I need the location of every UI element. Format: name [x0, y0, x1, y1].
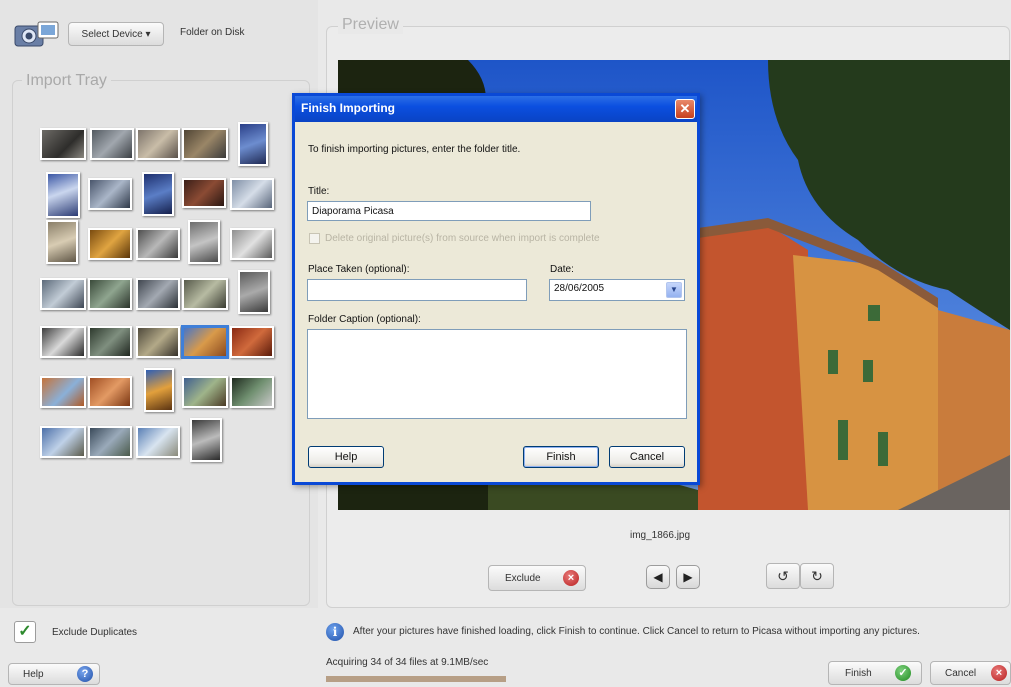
- exclude-duplicates-label: Exclude Duplicates: [52, 627, 138, 638]
- preview-label: Preview: [338, 16, 403, 34]
- date-value: 28/06/2005: [554, 283, 605, 294]
- thumbnail[interactable]: [136, 278, 180, 310]
- help-icon: ?: [77, 666, 93, 682]
- thumbnail[interactable]: [40, 128, 86, 160]
- arrow-left-icon: ◀: [653, 570, 663, 584]
- dialog-instructions: To finish importing pictures, enter the …: [308, 144, 521, 155]
- thumbnail[interactable]: [136, 228, 180, 260]
- thumbnail[interactable]: [88, 178, 132, 210]
- thumbnail[interactable]: [188, 220, 220, 264]
- thumbnail[interactable]: [40, 426, 86, 458]
- thumbnail[interactable]: [88, 228, 132, 260]
- delete-originals-checkbox[interactable]: [309, 233, 320, 244]
- thumbnail[interactable]: [182, 128, 228, 160]
- preview-file-name: img_1866.jpg: [630, 530, 691, 541]
- exclude-duplicates-checkbox[interactable]: ✓: [14, 621, 36, 643]
- x-circle-icon: ×: [563, 570, 579, 586]
- help-button[interactable]: Help ?: [8, 663, 100, 685]
- dialog-finish-button[interactable]: Finish: [523, 446, 599, 468]
- thumbnail[interactable]: [144, 368, 174, 412]
- thumbnail[interactable]: [238, 122, 268, 166]
- thumbnail-selected[interactable]: [182, 326, 228, 358]
- cancel-label: Cancel: [945, 668, 977, 679]
- acquire-status: Acquiring 34 of 34 files at 9.1MB/sec: [326, 657, 489, 668]
- folder-on-disk-link[interactable]: Folder on Disk: [180, 27, 244, 38]
- thumbnail[interactable]: [136, 426, 180, 458]
- date-label: Date:: [550, 264, 574, 275]
- thumbnail[interactable]: [88, 278, 132, 310]
- check-icon: ✓: [18, 623, 32, 640]
- finish-label: Finish: [845, 668, 872, 679]
- title-label: Title:: [308, 186, 330, 197]
- x-circle-icon: ×: [991, 665, 1007, 681]
- help-label: Help: [23, 669, 44, 680]
- thumbnail[interactable]: [40, 376, 86, 408]
- thumbnail[interactable]: [230, 376, 274, 408]
- thumbnail[interactable]: [88, 326, 132, 358]
- finish-button[interactable]: Finish ✓: [828, 661, 922, 685]
- dialog-help-button[interactable]: Help: [308, 446, 384, 468]
- finish-importing-dialog: Finish Importing ✕ To finish importing p…: [292, 93, 700, 485]
- thumbnail[interactable]: [136, 326, 180, 358]
- camera-icon: [14, 20, 60, 50]
- dialog-cancel-button[interactable]: Cancel: [609, 446, 685, 468]
- rotate-right-icon: ↻: [811, 568, 823, 584]
- thumbnail[interactable]: [182, 178, 226, 208]
- thumbnail[interactable]: [230, 178, 274, 210]
- thumbnail[interactable]: [88, 426, 132, 458]
- thumbnail[interactable]: [136, 128, 180, 160]
- chevron-down-icon[interactable]: ▼: [666, 282, 682, 298]
- thumbnail[interactable]: [230, 228, 274, 260]
- rotate-right-button[interactable]: ↻: [800, 563, 834, 589]
- thumbnail[interactable]: [88, 376, 132, 408]
- rotate-left-button[interactable]: ↺: [766, 563, 800, 589]
- close-icon[interactable]: ✕: [675, 99, 695, 119]
- thumbnail[interactable]: [40, 278, 86, 310]
- cancel-button[interactable]: Cancel ×: [930, 661, 1011, 685]
- arrow-right-icon: ▶: [683, 570, 693, 584]
- thumbnail[interactable]: [230, 326, 274, 358]
- next-button[interactable]: ▶: [676, 565, 700, 589]
- place-taken-input[interactable]: [307, 279, 527, 301]
- title-input[interactable]: [307, 201, 591, 221]
- thumbnail[interactable]: [40, 326, 86, 358]
- thumbnail[interactable]: [142, 172, 174, 216]
- thumbnail[interactable]: [182, 376, 228, 408]
- thumbnail[interactable]: [46, 220, 78, 264]
- thumbnail[interactable]: [182, 278, 228, 310]
- folder-caption-textarea[interactable]: [307, 329, 687, 419]
- thumbnail[interactable]: [238, 270, 270, 314]
- info-message: After your pictures have finished loadin…: [353, 626, 920, 637]
- info-icon: i: [326, 623, 344, 641]
- thumbnail[interactable]: [46, 172, 80, 218]
- thumbnail[interactable]: [90, 128, 134, 160]
- folder-caption-label: Folder Caption (optional):: [308, 314, 421, 325]
- delete-originals-label: Delete original picture(s) from source w…: [325, 233, 600, 244]
- select-device-button[interactable]: Select Device ▾: [68, 22, 164, 46]
- check-icon: ✓: [895, 665, 911, 681]
- rotate-left-icon: ↺: [777, 568, 789, 584]
- dialog-title: Finish Importing: [301, 101, 395, 115]
- place-taken-label: Place Taken (optional):: [308, 264, 410, 275]
- thumbnail[interactable]: [190, 418, 222, 462]
- progress-bar-fill: [326, 676, 506, 682]
- import-tray-label: Import Tray: [22, 72, 111, 90]
- exclude-label: Exclude: [505, 573, 541, 584]
- date-select[interactable]: 28/06/2005 ▼: [549, 279, 685, 301]
- previous-button[interactable]: ◀: [646, 565, 670, 589]
- exclude-button[interactable]: Exclude ×: [488, 565, 586, 591]
